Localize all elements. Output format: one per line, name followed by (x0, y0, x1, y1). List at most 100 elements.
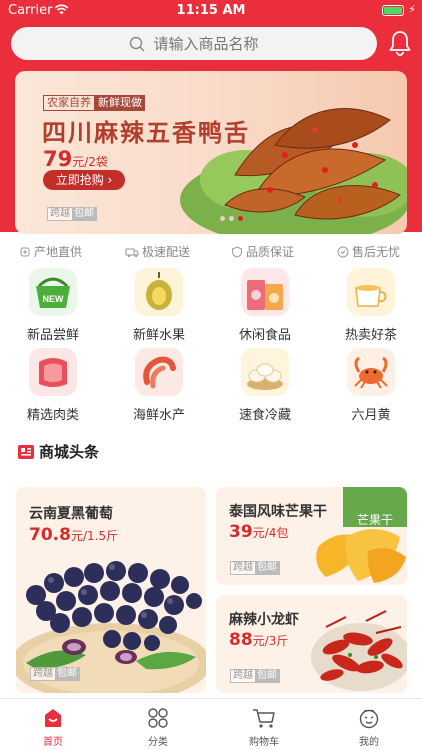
category-label: 海鲜水产 (132, 408, 185, 423)
search-icon (130, 36, 145, 51)
price-unit: 元/4包 (252, 526, 289, 540)
news-title: 商城头条 (39, 443, 100, 461)
category-label: 热卖好茶 (344, 328, 397, 343)
search-placeholder: 请输入商品名称 (153, 35, 259, 53)
charging-icon: ⚡ (408, 3, 416, 16)
shrimp-icon (135, 348, 183, 396)
cart-icon (253, 709, 275, 728)
product-card[interactable]: 泰国风味芒果干 39元/4包 芒果干 跨越 包邮 (216, 487, 407, 585)
badge-label: 包邮 (55, 668, 79, 680)
banner-tag: 新鲜现做 (95, 95, 145, 111)
svg-text:NEW: NEW (43, 294, 65, 304)
category-fruit[interactable]: 新鲜水果 (119, 268, 199, 343)
search-bar[interactable]: 请输入商品名称 (11, 27, 377, 60)
promo-banner[interactable]: 农家自养 新鲜现做 四川麻辣五香鸭舌 79元/2袋 立即抢购 › 跨越 包邮 (15, 71, 407, 234)
tab-label: 分类 (148, 737, 168, 748)
banner-page-dot[interactable] (220, 216, 225, 221)
origin-icon (20, 247, 30, 256)
badge-label: 包邮 (255, 670, 279, 682)
tab-profile[interactable]: 我的 (339, 707, 399, 748)
product-price: 39元/4包 (229, 522, 288, 542)
meat-icon (29, 348, 77, 396)
duck-tongue-image (180, 108, 407, 234)
app-screen: Carrier 11:15 AM ⚡ 请输入商品名称 农家自养 新鲜现做 四川麻… (0, 0, 422, 750)
badge-label: 跨越 (31, 668, 55, 680)
badge-label: 包邮 (72, 208, 96, 220)
category-tea[interactable]: 热卖好茶 (331, 268, 411, 343)
category-snacks[interactable]: 休闲食品 (225, 268, 305, 343)
battery-icon (382, 5, 404, 16)
category-seafood[interactable]: 海鲜水产 (119, 348, 199, 423)
shield-icon (232, 245, 242, 258)
badge-label: 跨越 (48, 208, 72, 220)
category-label: 新品尝鲜 (26, 328, 79, 343)
tab-label: 我的 (359, 737, 379, 748)
feature-label: 产地直供 (34, 245, 83, 259)
shipping-badge: 跨越 包邮 (30, 667, 80, 681)
feature-item: 售后无忧 (337, 243, 400, 260)
shipping-badge: 跨越 包邮 (47, 207, 97, 221)
category-crab[interactable]: 六月黄 (331, 348, 411, 423)
product-name: 云南夏黑葡萄 (29, 506, 113, 522)
banner-page-dot[interactable] (229, 216, 234, 221)
feature-item: 极速配送 (125, 243, 190, 260)
feature-label: 品质保证 (246, 245, 295, 259)
banner-price-unit: 元/2袋 (72, 155, 108, 169)
service-icon (337, 246, 349, 257)
banner-price: 79元/2袋 (43, 147, 108, 171)
shipping-badge: 跨越 包邮 (230, 561, 280, 575)
product-card[interactable]: 麻辣小龙虾 88元/3斤 跨越 包邮 (216, 595, 407, 693)
tab-cart[interactable]: 购物车 (234, 707, 294, 748)
tab-label: 首页 (43, 737, 63, 748)
badge-label: 包邮 (255, 562, 279, 574)
news-icon (18, 444, 34, 459)
bottom-tab-bar: 首页 分类 购物车 我的 (0, 698, 422, 750)
tab-category[interactable]: 分类 (128, 707, 188, 748)
category-label: 速食冷藏 (238, 408, 291, 423)
crayfish-image (311, 610, 407, 691)
price-value: 88 (229, 630, 253, 650)
category-label: 新鲜水果 (132, 328, 185, 343)
buy-now-button[interactable]: 立即抢购 › (43, 170, 125, 190)
tab-home[interactable]: 首页 (23, 707, 83, 748)
mango-image (316, 529, 406, 583)
category-label: 精选肉类 (26, 408, 79, 423)
category-label: 休闲食品 (238, 328, 291, 343)
feature-label: 极速配送 (142, 245, 191, 259)
category-new[interactable]: NEW 新品尝鲜 (13, 268, 93, 343)
badge-label: 跨越 (231, 562, 255, 574)
product-price: 88元/3斤 (229, 630, 288, 650)
price-unit: 元/1.5斤 (70, 529, 119, 543)
category-label: 六月黄 (351, 408, 391, 423)
durian-icon (135, 268, 183, 316)
category-grid-icon (148, 708, 168, 728)
category-meat[interactable]: 精选肉类 (13, 348, 93, 423)
category-frozen[interactable]: 速食冷藏 (225, 348, 305, 423)
home-icon (45, 709, 61, 727)
tea-cup-icon (347, 268, 395, 316)
tab-label: 购物车 (249, 737, 279, 748)
feature-item: 品质保证 (231, 243, 294, 260)
snacks-icon (241, 268, 289, 316)
news-header[interactable]: 商城头条 (17, 441, 99, 462)
new-basket-icon: NEW (29, 268, 77, 316)
dumpling-icon (241, 348, 289, 396)
banner-tag: 农家自养 (43, 95, 95, 111)
banner-tags: 农家自养 新鲜现做 (43, 95, 145, 111)
banner-page-dot[interactable] (238, 216, 243, 221)
price-value: 70.8 (29, 525, 71, 545)
truck-icon (125, 248, 139, 257)
profile-face-icon (359, 709, 379, 729)
price-unit: 元/3斤 (252, 634, 289, 648)
product-price: 70.8元/1.5斤 (29, 525, 118, 545)
product-card[interactable]: 云南夏黑葡萄 70.8元/1.5斤 跨越 包邮 (16, 487, 206, 693)
product-name: 麻辣小龙虾 (229, 612, 299, 628)
clock: 11:15 AM (176, 3, 246, 18)
shipping-badge: 跨越 包邮 (230, 669, 280, 683)
banner-price-value: 79 (43, 147, 73, 171)
feature-item: 产地直供 (19, 243, 82, 260)
status-bar: Carrier 11:15 AM ⚡ (0, 0, 422, 22)
notification-bell-icon[interactable] (388, 30, 412, 56)
badge-label: 跨越 (231, 670, 255, 682)
banner-page-indicator (220, 216, 243, 221)
